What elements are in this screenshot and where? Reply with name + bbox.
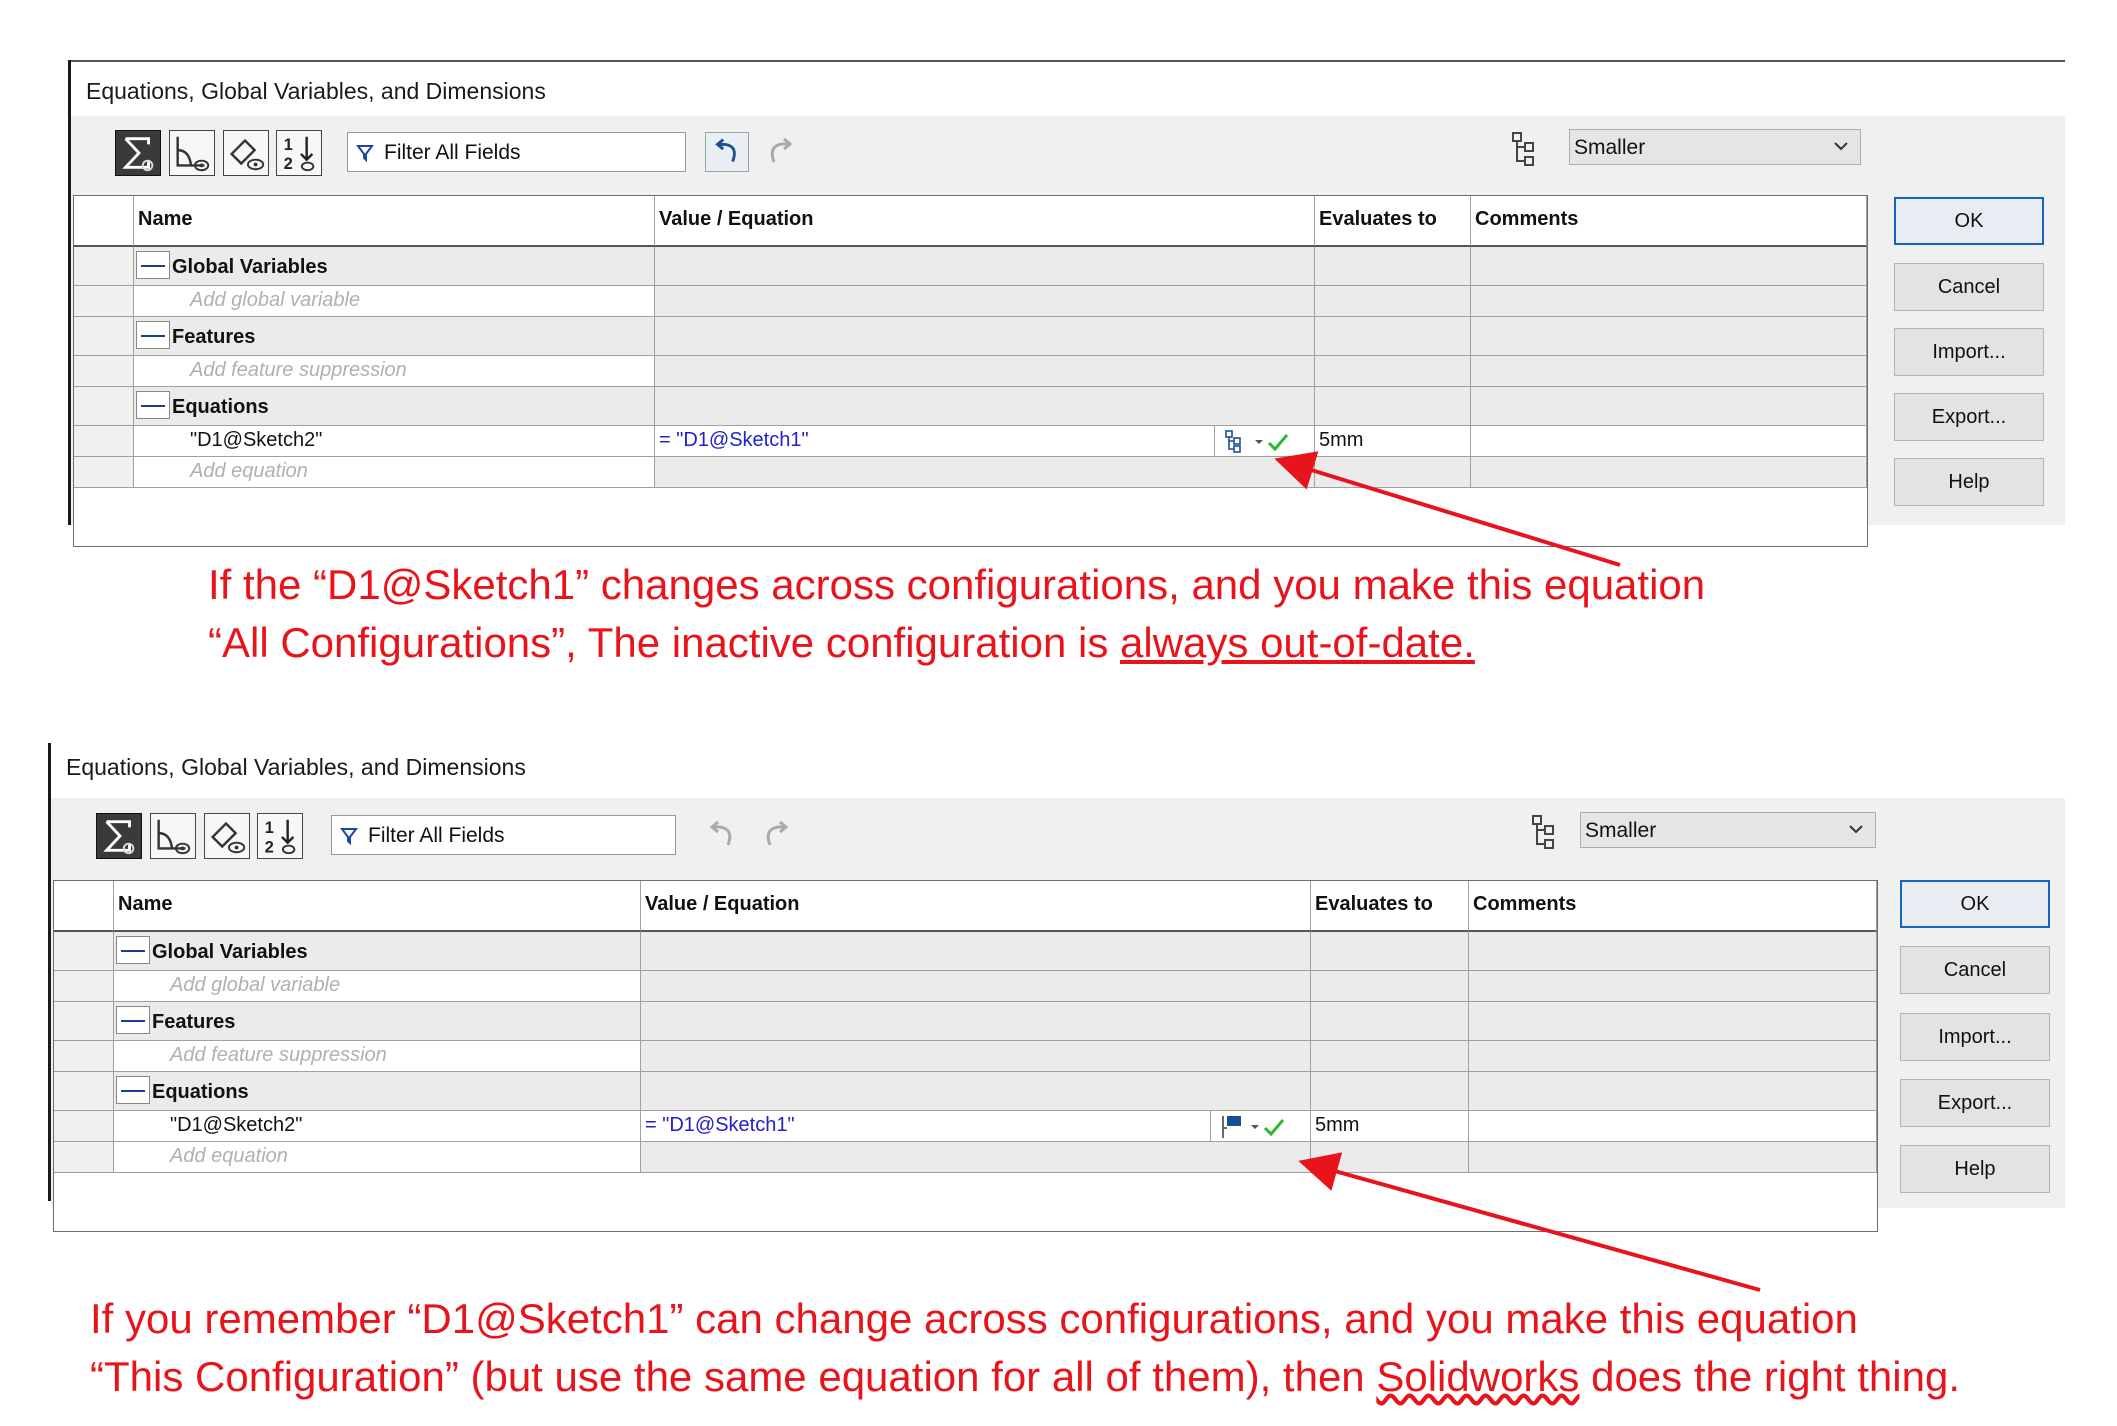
arrow-to-all-configurations <box>1274 451 1621 567</box>
annotation-spellcheck-word: Solidworks <box>1376 1353 1580 1400</box>
annotation-underlined: always out-of-date. <box>1120 619 1475 666</box>
annotation-bottom: If you remember “D1@Sketch1” can change … <box>90 1290 1960 1406</box>
annotation-top: If the “D1@Sketch1” changes across confi… <box>208 556 1705 672</box>
annotation-text: “All Configurations”, The inactive confi… <box>208 619 1121 666</box>
annotation-text: does the right thing. <box>1579 1353 1961 1400</box>
annotation-bottom-line1: If you remember “D1@Sketch1” can change … <box>90 1295 1858 1342</box>
annotation-text: “This Configuration” (but use the same e… <box>90 1353 1377 1400</box>
annotation-arrows <box>1274 451 1761 1292</box>
annotation-bottom-line2: “This Configuration” (but use the same e… <box>90 1348 1960 1406</box>
annotation-top-line1: If the “D1@Sketch1” changes across confi… <box>208 561 1706 608</box>
arrow-to-this-configuration <box>1298 1152 1761 1292</box>
annotation-top-line2: “All Configurations”, The inactive confi… <box>208 614 1705 672</box>
